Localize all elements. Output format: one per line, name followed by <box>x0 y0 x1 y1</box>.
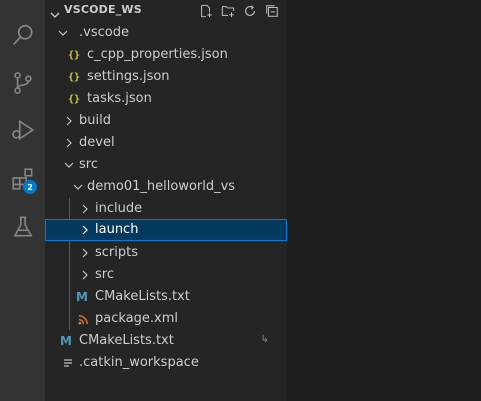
symlink-icon: ↳ <box>260 334 269 345</box>
chevron-right-icon <box>63 110 75 132</box>
editor-area[interactable] <box>287 0 481 401</box>
activity-bar: 2 <box>0 0 45 401</box>
tree-folder-devel[interactable]: devel <box>45 132 287 154</box>
testing-icon[interactable] <box>0 205 45 249</box>
tree-item-label: c_cpp_properties.json <box>87 47 228 62</box>
tree-item-label: demo01_helloworld_vs <box>87 179 236 194</box>
tree-file-settings[interactable]: {} settings.json <box>45 66 287 88</box>
json-file-icon: {} <box>68 49 81 61</box>
tree-item-label: package.xml <box>95 311 178 326</box>
explorer-sidebar: VSCODE_WS .vscode {} c_cpp_properties.js… <box>45 0 287 401</box>
tree-file-package-xml[interactable]: package.xml <box>45 308 287 330</box>
new-folder-icon[interactable] <box>219 2 237 20</box>
tree-folder-src-inner[interactable]: src <box>45 264 287 286</box>
tree-item-label: scripts <box>95 245 138 260</box>
tree-folder-demo01[interactable]: demo01_helloworld_vs <box>45 176 287 198</box>
source-control-icon[interactable] <box>0 61 45 105</box>
tree-folder-vscode[interactable]: .vscode <box>45 22 287 44</box>
refresh-icon[interactable] <box>241 2 259 20</box>
tree-item-label: src <box>79 157 98 172</box>
chevron-down-icon <box>57 22 69 44</box>
tree-item-label: CMakeLists.txt <box>95 289 190 304</box>
chevron-right-icon <box>63 132 75 154</box>
tree-item-label: .catkin_workspace <box>79 355 199 370</box>
tree-file-cmakelists-inner[interactable]: M CMakeLists.txt <box>45 286 287 308</box>
run-debug-icon[interactable] <box>0 108 45 152</box>
chevron-right-icon <box>79 198 91 220</box>
tree-folder-src[interactable]: src <box>45 154 287 176</box>
tree-item-label: tasks.json <box>87 91 152 106</box>
tree-file-cmakelists-outer[interactable]: M CMakeLists.txt ↳ <box>45 330 287 352</box>
tree-item-label: settings.json <box>87 69 170 84</box>
new-file-icon[interactable] <box>197 2 215 20</box>
chevron-right-icon <box>79 219 91 241</box>
tree-item-label: devel <box>79 135 115 150</box>
tree-item-label: src <box>95 267 114 282</box>
cmake-file-icon: M <box>60 334 72 348</box>
extensions-badge: 2 <box>23 180 37 194</box>
explorer-actions <box>197 2 281 20</box>
tree-file-c-cpp-properties[interactable]: {} c_cpp_properties.json <box>45 44 287 66</box>
extensions-icon[interactable] <box>0 157 45 201</box>
tree-folder-launch[interactable]: launch <box>45 219 287 241</box>
chevron-right-icon <box>79 242 91 264</box>
tree-folder-scripts[interactable]: scripts <box>45 242 287 264</box>
tree-file-catkin-workspace[interactable]: .catkin_workspace <box>45 352 287 374</box>
tree-file-tasks[interactable]: {} tasks.json <box>45 88 287 110</box>
tree-item-label: include <box>95 201 143 216</box>
chevron-down-icon <box>63 154 75 176</box>
tree-folder-build[interactable]: build <box>45 110 287 132</box>
explorer-header[interactable]: VSCODE_WS <box>45 0 287 22</box>
tree-folder-include[interactable]: include <box>45 198 287 220</box>
chevron-right-icon <box>79 264 91 286</box>
search-icon[interactable] <box>0 13 45 57</box>
json-file-icon: {} <box>68 93 81 105</box>
workspace-title: VSCODE_WS <box>64 3 142 16</box>
tree-item-label: CMakeLists.txt <box>79 333 174 348</box>
cmake-file-icon: M <box>76 290 88 304</box>
collapse-all-icon[interactable] <box>263 2 281 20</box>
tree-item-label: .vscode <box>79 25 129 40</box>
chevron-down-icon <box>72 176 84 198</box>
rss-file-icon <box>78 308 89 330</box>
tree-item-label: launch <box>95 222 139 237</box>
tree-item-label: build <box>79 113 111 128</box>
text-file-icon <box>63 352 73 374</box>
json-file-icon: {} <box>68 71 81 83</box>
